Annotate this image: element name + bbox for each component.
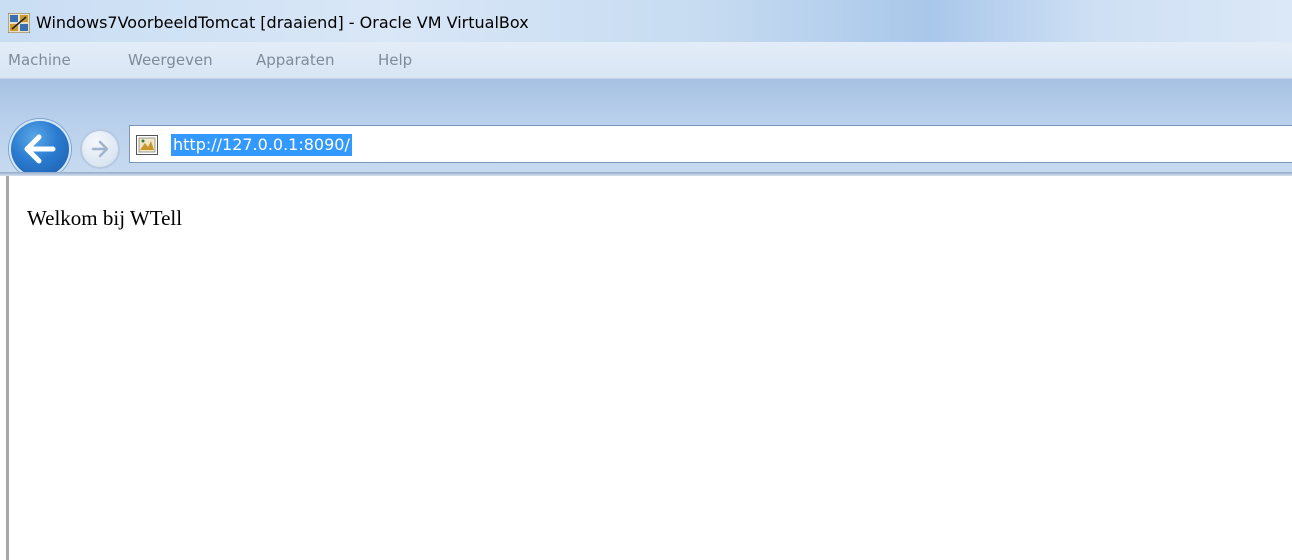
menu-bar: Machine Weergeven Apparaten Help xyxy=(0,42,1292,79)
virtualbox-window: Windows7VoorbeeldTomcat [draaiend] - Ora… xyxy=(0,0,1292,560)
page-content: Welkom bij WTell xyxy=(0,176,1292,560)
back-button[interactable] xyxy=(9,119,71,179)
forward-button[interactable] xyxy=(80,129,120,169)
window-title: Windows7VoorbeeldTomcat [draaiend] - Ora… xyxy=(36,13,529,32)
content-left-border xyxy=(6,176,9,560)
menu-apparaten[interactable]: Apparaten xyxy=(256,51,334,69)
title-bar[interactable]: Windows7VoorbeeldTomcat [draaiend] - Ora… xyxy=(0,0,1292,42)
url-input[interactable]: http://127.0.0.1:8090/ xyxy=(171,134,352,156)
address-bar[interactable]: http://127.0.0.1:8090/ xyxy=(129,125,1292,163)
back-arrow-icon xyxy=(24,134,56,164)
menu-weergeven[interactable]: Weergeven xyxy=(128,51,213,69)
welcome-heading: Welkom bij WTell xyxy=(27,206,183,230)
forward-arrow-icon xyxy=(91,140,109,158)
menu-machine[interactable]: Machine xyxy=(8,51,71,69)
menu-help[interactable]: Help xyxy=(378,51,412,69)
virtualbox-icon xyxy=(7,12,31,34)
page-favicon-icon xyxy=(136,135,158,155)
